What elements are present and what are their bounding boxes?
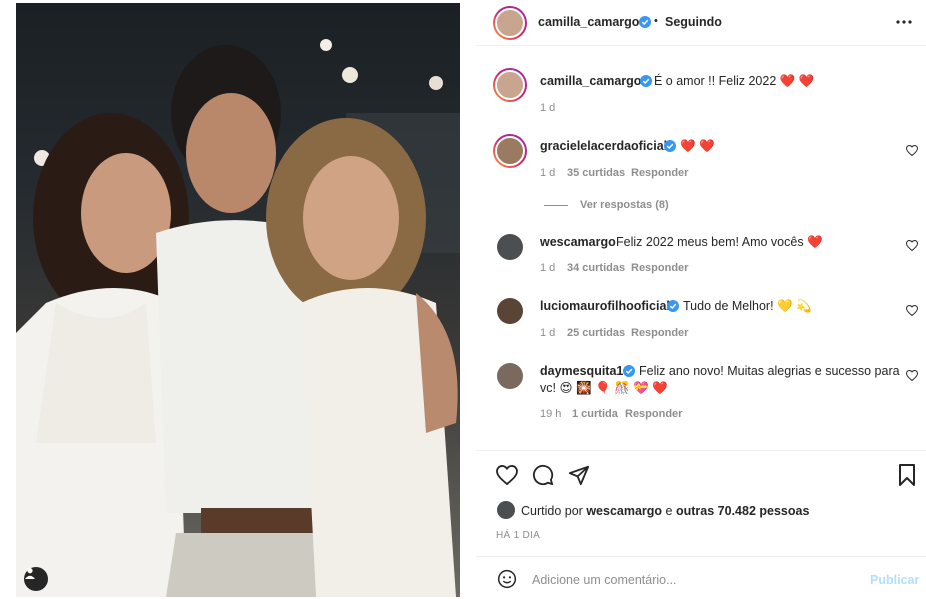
comment-text: Tudo de Melhor! 💛 💫 xyxy=(683,299,812,313)
comment-reply-button[interactable]: Responder xyxy=(631,167,688,179)
post-actions: Curtido por wescamargo e outras 70.482 p… xyxy=(476,450,926,556)
liked-by-prefix: Curtido por xyxy=(521,504,583,518)
comment-reply-button[interactable]: Responder xyxy=(631,327,688,339)
comment-time: 1 d xyxy=(540,167,556,179)
comment-time: 1 d xyxy=(540,262,556,274)
verified-badge-icon xyxy=(640,75,652,87)
caption-username[interactable]: camilla_camargo xyxy=(540,74,641,88)
comment-time: 1 d xyxy=(540,327,556,339)
comment-reply-button[interactable]: Responder xyxy=(631,262,688,274)
publish-button[interactable]: Publicar xyxy=(870,573,919,587)
caption-text: É o amor !! Feliz 2022 ❤️ ❤️ xyxy=(654,74,815,88)
comment-reply-button[interactable]: Responder xyxy=(625,408,682,420)
view-replies-label: Ver respostas (8) xyxy=(580,199,669,211)
liked-by-summary[interactable]: Curtido por wescamargo e outras 70.482 p… xyxy=(521,504,809,518)
comment-text-line1: Feliz ano novo! Muitas alegrias e sucess… xyxy=(639,364,900,378)
comment-avatar[interactable] xyxy=(497,298,523,324)
liked-by-middle: e xyxy=(665,504,673,518)
comment-username[interactable]: daymesquita1 xyxy=(540,364,623,378)
liked-by-avatar[interactable] xyxy=(497,501,515,519)
comment-input-bar: Adicione um comentário... Publicar xyxy=(476,556,926,599)
post-photo[interactable] xyxy=(16,3,460,597)
user-tag-icon xyxy=(25,568,35,579)
comment-text-line2: vc! 😍 🎇 🎈 🎊 💝 ❤️ xyxy=(540,381,668,395)
comment-likes[interactable]: 34 curtidas xyxy=(567,262,625,274)
verified-badge-icon xyxy=(664,140,676,152)
comment-text: Feliz 2022 meus bem! Amo vocês ❤️ xyxy=(616,235,823,249)
post-age: HÁ 1 DIA xyxy=(496,530,541,541)
liked-by-others[interactable]: outras 70.482 pessoas xyxy=(676,504,809,518)
replies-divider xyxy=(544,204,568,206)
post-photo-image xyxy=(16,39,460,597)
more-options-icon[interactable] xyxy=(896,19,912,25)
author-avatar[interactable] xyxy=(493,6,527,40)
liked-by-user[interactable]: wescamargo xyxy=(586,504,662,518)
verified-badge-icon xyxy=(667,300,679,312)
comment-likes[interactable]: 25 curtidas xyxy=(567,327,625,339)
caption-time: 1 d xyxy=(540,102,556,114)
comment-username[interactable]: gracielelacerdaoficial xyxy=(540,139,667,153)
comment-like-icon[interactable] xyxy=(906,240,918,251)
comment-icon[interactable] xyxy=(532,464,554,486)
heart-icon[interactable] xyxy=(496,465,518,485)
comment-likes[interactable]: 35 curtidas xyxy=(567,167,625,179)
view-replies-button[interactable]: Ver respostas (8) xyxy=(544,199,669,211)
caption-avatar[interactable] xyxy=(493,68,527,102)
following-button[interactable]: Seguindo xyxy=(665,15,722,29)
comment-like-icon[interactable] xyxy=(906,305,918,316)
verified-badge-icon xyxy=(623,365,635,377)
comment-avatar[interactable] xyxy=(497,363,523,389)
author-username[interactable]: camilla_camargo xyxy=(538,15,639,29)
comment-like-icon[interactable] xyxy=(906,370,918,381)
comment-username[interactable]: luciomaurofilhooficial xyxy=(540,299,670,313)
bookmark-icon[interactable] xyxy=(898,464,916,486)
comment-username[interactable]: wescamargo xyxy=(540,235,616,249)
verified-badge-icon xyxy=(639,16,651,28)
share-icon[interactable] xyxy=(568,464,590,486)
comment-text: ❤️ ❤️ xyxy=(680,139,715,153)
follow-separator: • xyxy=(654,15,658,27)
post-header: camilla_camargo • Seguindo xyxy=(476,0,926,46)
comment-likes[interactable]: 1 curtida xyxy=(572,408,618,420)
comment-input[interactable]: Adicione um comentário... xyxy=(532,573,677,587)
comment-time: 19 h xyxy=(540,408,562,420)
comment-avatar[interactable] xyxy=(497,234,523,260)
comment-like-icon[interactable] xyxy=(906,145,918,156)
user-tag-button[interactable] xyxy=(24,567,48,591)
emoji-icon[interactable] xyxy=(497,569,517,589)
post-details-panel: camilla_camargo • Seguindo camilla_camar… xyxy=(476,0,926,599)
comment-avatar[interactable] xyxy=(493,134,527,168)
